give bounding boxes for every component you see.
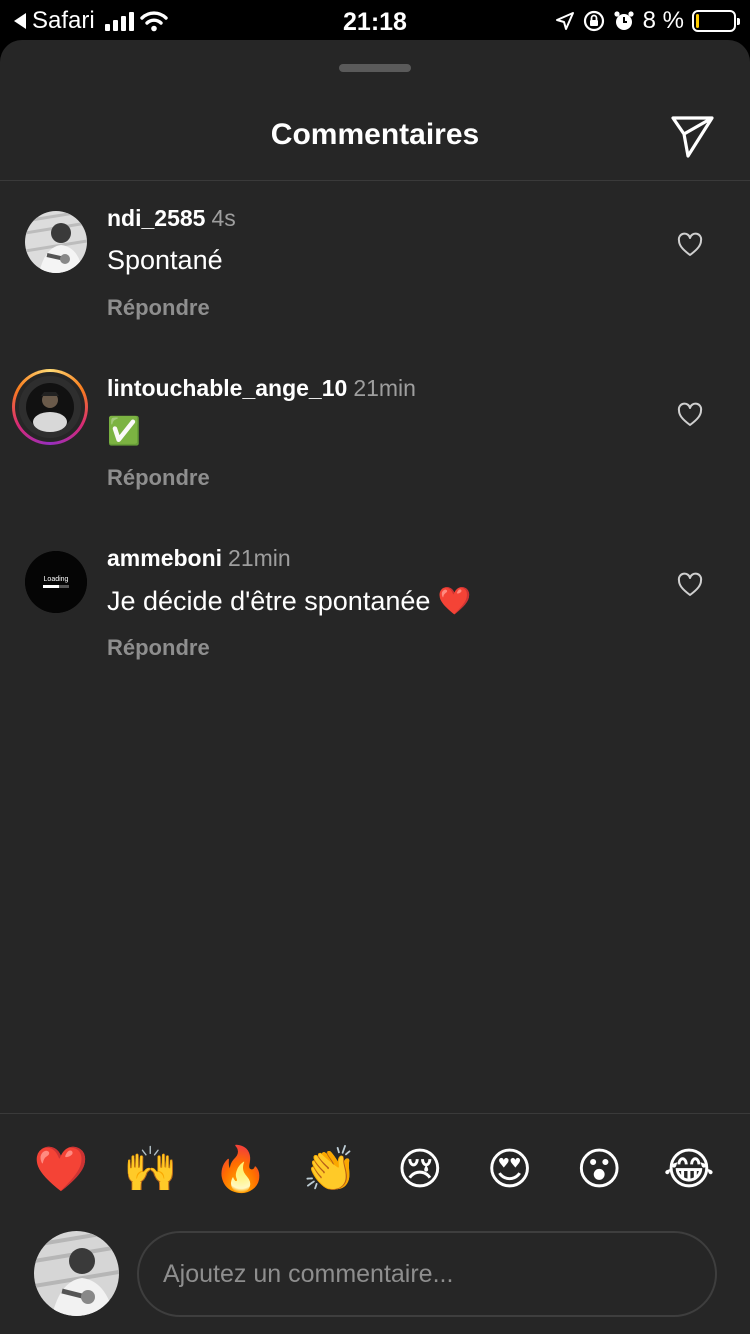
battery-icon [692,10,740,32]
avatar-text: Loading [44,576,69,583]
comment-composer [137,1231,717,1317]
avatar [19,376,81,438]
alarm-icon [614,11,634,30]
avatar[interactable] [25,211,87,273]
location-icon [555,12,574,30]
comment-time: 4s [211,205,236,231]
emoji-heart-eyes-button[interactable]: 😍 [469,1142,551,1198]
reply-button[interactable]: Répondre [107,295,210,321]
comment-username[interactable]: lintouchable_ange_10 [107,375,347,401]
comment-input[interactable] [163,1233,693,1315]
heart-icon[interactable] [676,231,704,259]
sheet-grabber[interactable] [339,64,411,72]
reply-button[interactable]: Répondre [107,465,210,491]
comments-sheet: Commentaires ndi_2585 4s Spontané Répondr… [0,40,750,1334]
comment-time: 21min [353,375,416,401]
status-right: 8 % [555,7,740,35]
emoji-laughing-button[interactable]: 😂 [648,1142,730,1198]
comment-item: ndi_2585 4s Spontané Répondre [0,205,750,361]
reply-button[interactable]: Répondre [107,635,210,661]
header-divider [0,180,750,181]
emoji-crying-button[interactable]: 😢 [379,1142,461,1198]
comment-header: lintouchable_ange_10 21min [107,375,416,402]
current-user-avatar[interactable] [34,1231,119,1316]
comment-text: Je décide d'être spontanée ❤️ [107,586,472,616]
rotation-lock-icon [583,10,604,32]
comment-username[interactable]: ammeboni [107,545,222,571]
comment-username[interactable]: ndi_2585 [107,205,205,231]
comment-item: Loading ammeboni 21min Je décide d'être s… [0,545,750,701]
comment-item: lintouchable_ange_10 21min ✅ Répondre [0,369,750,531]
battery-level [696,14,699,28]
heart-icon[interactable] [676,571,704,599]
comment-header: ndi_2585 4s [107,205,236,232]
emoji-divider [0,1113,750,1114]
comment-text: ✅ [107,416,141,447]
story-ring[interactable] [12,369,88,445]
heart-icon[interactable] [676,401,704,429]
emoji-heart-button[interactable]: ❤️ [20,1142,102,1198]
share-button[interactable] [668,112,716,160]
status-bar: Safari 21:18 8 % [0,0,750,40]
battery-percent: 8 % [642,7,684,34]
emoji-surprised-button[interactable]: 😮 [558,1142,640,1198]
emoji-reaction-bar: ❤️ 🙌 🔥 👏 😢 😍 😮 😂 [20,1142,730,1198]
sheet-title: Commentaires [270,118,480,151]
comment-header: ammeboni 21min [107,545,291,572]
avatar[interactable]: Loading [25,551,87,613]
comment-time: 21min [228,545,291,571]
emoji-raised-hands-button[interactable]: 🙌 [110,1142,192,1198]
comment-text: Spontané [107,245,223,275]
paper-plane-icon [671,116,714,158]
emoji-clap-button[interactable]: 👏 [289,1142,371,1198]
emoji-fire-button[interactable]: 🔥 [199,1142,281,1198]
